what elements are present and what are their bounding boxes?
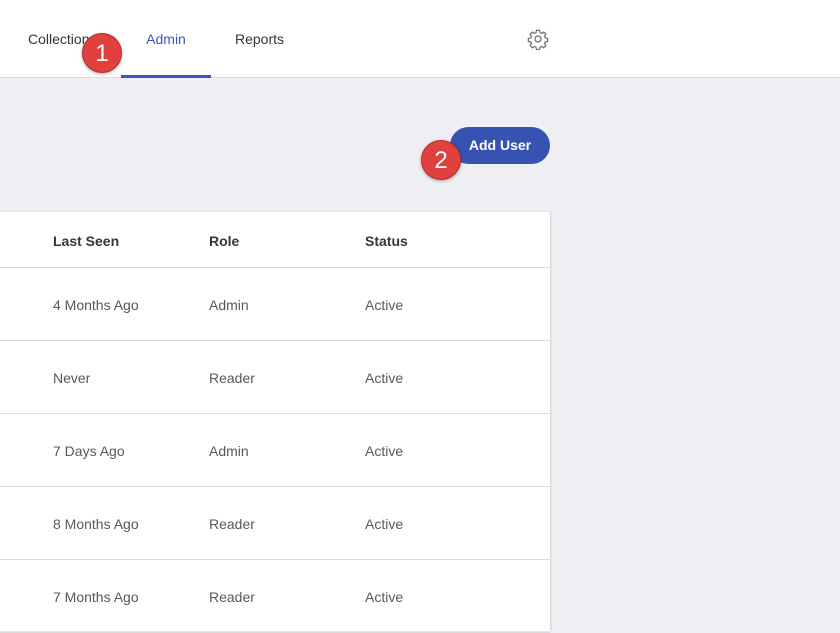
last-seen-cell: 7 Months Ago <box>53 589 139 605</box>
add-user-button[interactable]: Add User <box>450 127 550 164</box>
column-header-last-seen[interactable]: Last Seen <box>53 233 119 249</box>
table-row[interactable]: 8 Months Ago Reader Active <box>0 487 550 560</box>
table-row[interactable]: 7 Days Ago Admin Active <box>0 414 550 487</box>
last-seen-cell: 7 Days Ago <box>53 443 125 459</box>
role-cell: Reader <box>209 370 255 386</box>
table-row[interactable]: 4 Months Ago Admin Active <box>0 268 550 341</box>
table-row[interactable]: 7 Months Ago Reader Active <box>0 560 550 633</box>
top-nav-bar: Collections Admin Reports <box>0 0 840 78</box>
tab-reports[interactable]: Reports <box>235 0 284 78</box>
table-header: Last Seen Role Status <box>0 212 550 268</box>
gear-icon[interactable] <box>527 28 549 51</box>
status-cell: Active <box>365 297 404 313</box>
tab-admin-label: Admin <box>146 31 186 47</box>
role-cell: Admin <box>209 297 249 313</box>
last-seen-cell: 4 Months Ago <box>53 297 139 313</box>
tab-reports-label: Reports <box>235 31 285 47</box>
last-seen-cell: 8 Months Ago <box>53 516 139 532</box>
status-cell: Active <box>365 443 404 459</box>
role-cell: Reader <box>209 589 255 605</box>
last-seen-cell: Never <box>53 370 91 386</box>
column-header-role[interactable]: Role <box>209 233 239 249</box>
step-badge-2: 2 <box>421 140 461 180</box>
column-header-status[interactable]: Status <box>365 233 408 249</box>
role-cell: Admin <box>209 443 249 459</box>
step-badge-1: 1 <box>82 33 122 73</box>
users-table: Last Seen Role Status 4 Months Ago Admin… <box>0 212 550 633</box>
active-tab-indicator <box>121 75 211 78</box>
status-cell: Active <box>365 589 404 605</box>
table-row[interactable]: Never Reader Active <box>0 341 550 414</box>
status-cell: Active <box>365 370 404 386</box>
role-cell: Reader <box>209 516 255 532</box>
tab-admin[interactable]: Admin <box>121 0 211 78</box>
status-cell: Active <box>365 516 404 532</box>
